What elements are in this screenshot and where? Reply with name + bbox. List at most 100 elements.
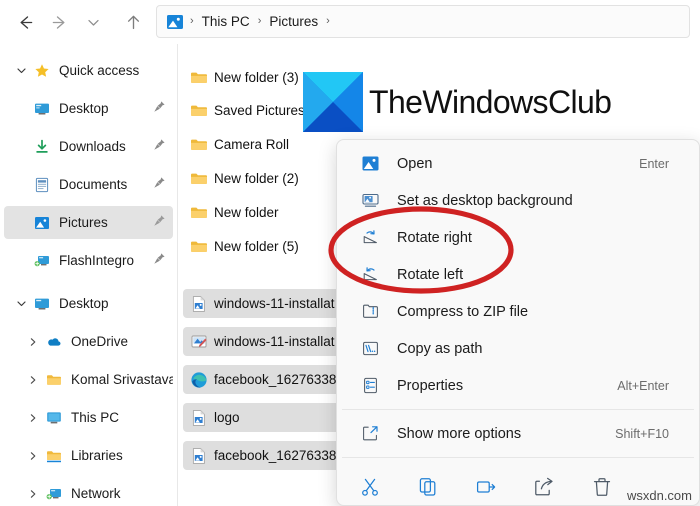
menu-item-copy-as-path[interactable]: Copy as path <box>341 330 695 367</box>
delete-icon[interactable] <box>589 474 615 500</box>
file-name: facebook_162763387 <box>214 448 344 463</box>
chevron-down-icon[interactable] <box>10 298 32 309</box>
sidebar-item-label: Downloads <box>59 139 126 154</box>
menu-item-show-more-options[interactable]: Show more options Shift+F10 <box>341 415 695 452</box>
sidebar-item-this-pc[interactable]: This PC <box>4 401 173 434</box>
up-button[interactable] <box>116 5 150 39</box>
pin-icon[interactable] <box>153 100 166 118</box>
sidebar-group-label: Desktop <box>59 296 109 311</box>
file-name: facebook_162763387 <box>214 372 344 387</box>
cut-icon[interactable] <box>357 474 383 500</box>
image-file-icon <box>189 409 208 427</box>
navigation-toolbar: › This PC › Pictures › <box>0 0 700 44</box>
file-name: New folder <box>214 205 279 220</box>
menu-item-accelerator: Shift+F10 <box>615 426 669 441</box>
sidebar-item-label: This PC <box>71 410 120 425</box>
copy-icon[interactable] <box>415 474 441 500</box>
sidebar-item-onedrive[interactable]: OneDrive <box>4 325 173 358</box>
rename-icon[interactable] <box>473 474 499 500</box>
share-icon[interactable] <box>531 474 557 500</box>
star-icon <box>32 63 52 79</box>
menu-item-label: Set as desktop background <box>397 192 573 209</box>
menu-item-label: Properties <box>397 377 464 394</box>
folder-icon <box>189 238 208 256</box>
folder-icon <box>189 170 208 188</box>
network-icon <box>44 486 64 502</box>
chevron-right-icon[interactable] <box>22 413 44 423</box>
file-name: Saved Pictures <box>214 103 305 118</box>
sidebar-item-label: Pictures <box>59 215 108 230</box>
watermark-text: wsxdn.com <box>626 488 692 503</box>
menu-separator <box>342 409 694 410</box>
pin-icon[interactable] <box>153 214 166 232</box>
menu-item-label: Compress to ZIP file <box>397 303 529 320</box>
documents-icon <box>32 177 52 193</box>
menu-item-label: Rotate right <box>397 229 472 246</box>
context-menu: Open Enter Set as desktop background Rot… <box>336 139 700 506</box>
rotate-left-icon <box>359 265 381 284</box>
sidebar-item-documents[interactable]: Documents <box>4 168 173 201</box>
menu-item-accelerator: Enter <box>639 156 669 171</box>
sidebar-item-desktop[interactable]: Desktop <box>4 92 173 125</box>
back-button[interactable] <box>8 5 42 39</box>
onedrive-cloud-icon <box>44 334 64 350</box>
file-name: Camera Roll <box>214 137 290 152</box>
sidebar-item-label: Desktop <box>59 101 109 116</box>
file-name: New folder (2) <box>214 171 299 186</box>
forward-button[interactable] <box>42 5 76 39</box>
chevron-right-icon[interactable] <box>22 337 44 347</box>
sidebar-item-label: FlashIntegro <box>59 253 135 268</box>
menu-item-label: Copy as path <box>397 340 483 357</box>
folder-icon <box>189 204 208 222</box>
sidebar-item-network[interactable]: Network <box>4 477 173 506</box>
show-more-icon <box>359 424 381 443</box>
menu-separator <box>342 457 694 458</box>
copy-path-icon <box>359 339 381 358</box>
menu-item-rotate-right[interactable]: Rotate right <box>341 219 695 256</box>
pin-icon[interactable] <box>153 138 166 156</box>
sidebar-item-flashintegro[interactable]: FlashIntegro <box>4 244 173 277</box>
recent-locations-button[interactable] <box>76 5 110 39</box>
file-name: logo <box>214 410 240 425</box>
chevron-right-icon[interactable] <box>22 451 44 461</box>
menu-item-rotate-left[interactable]: Rotate left <box>341 256 695 293</box>
folder-icon <box>189 69 208 87</box>
sidebar-item-pictures[interactable]: Pictures <box>4 206 173 239</box>
open-image-icon <box>359 154 381 173</box>
sidebar-item-downloads[interactable]: Downloads <box>4 130 173 163</box>
image-file-icon <box>189 447 208 465</box>
sidebar-item-komal-srivastava[interactable]: Komal Srivastava <box>4 363 173 396</box>
pin-icon[interactable] <box>153 176 166 194</box>
chevron-right-icon[interactable] <box>22 489 44 499</box>
folder-icon <box>189 102 208 120</box>
navigation-pane: Quick access Desktop Downloads Documents… <box>0 44 178 506</box>
breadcrumb-separator: › <box>190 15 194 27</box>
breadcrumb-this-pc[interactable]: This PC <box>200 14 252 29</box>
breadcrumb-separator: › <box>326 15 330 27</box>
properties-icon <box>359 376 381 395</box>
paint-file-icon <box>189 333 208 351</box>
sidebar-group-quick-access[interactable]: Quick access <box>4 54 173 87</box>
address-bar[interactable]: › This PC › Pictures › <box>156 5 690 38</box>
sidebar-group-desktop[interactable]: Desktop <box>4 287 173 320</box>
sidebar-item-label: Documents <box>59 177 128 192</box>
forward-arrow-icon <box>52 15 64 29</box>
user-folder-icon <box>44 372 64 388</box>
menu-item-properties[interactable]: Properties Alt+Enter <box>341 367 695 404</box>
thewindowsclub-branding: TheWindowsClub <box>303 72 612 132</box>
menu-item-set-as-desktop-background[interactable]: Set as desktop background <box>341 182 695 219</box>
menu-item-open[interactable]: Open Enter <box>341 145 695 182</box>
sidebar-group-label: Quick access <box>59 63 140 78</box>
network-pc-icon <box>32 253 52 269</box>
thewindowsclub-logo-icon <box>303 72 363 132</box>
back-arrow-icon <box>20 15 32 29</box>
pin-icon[interactable] <box>153 252 166 270</box>
desktop-icon <box>32 101 52 117</box>
chevron-right-icon[interactable] <box>22 375 44 385</box>
breadcrumb-pictures[interactable]: Pictures <box>267 14 320 29</box>
menu-item-compress-to-zip-file[interactable]: Compress to ZIP file <box>341 293 695 330</box>
this-pc-icon <box>44 410 64 426</box>
zip-icon <box>359 302 381 321</box>
sidebar-item-libraries[interactable]: Libraries <box>4 439 173 472</box>
chevron-down-icon[interactable] <box>10 65 32 76</box>
